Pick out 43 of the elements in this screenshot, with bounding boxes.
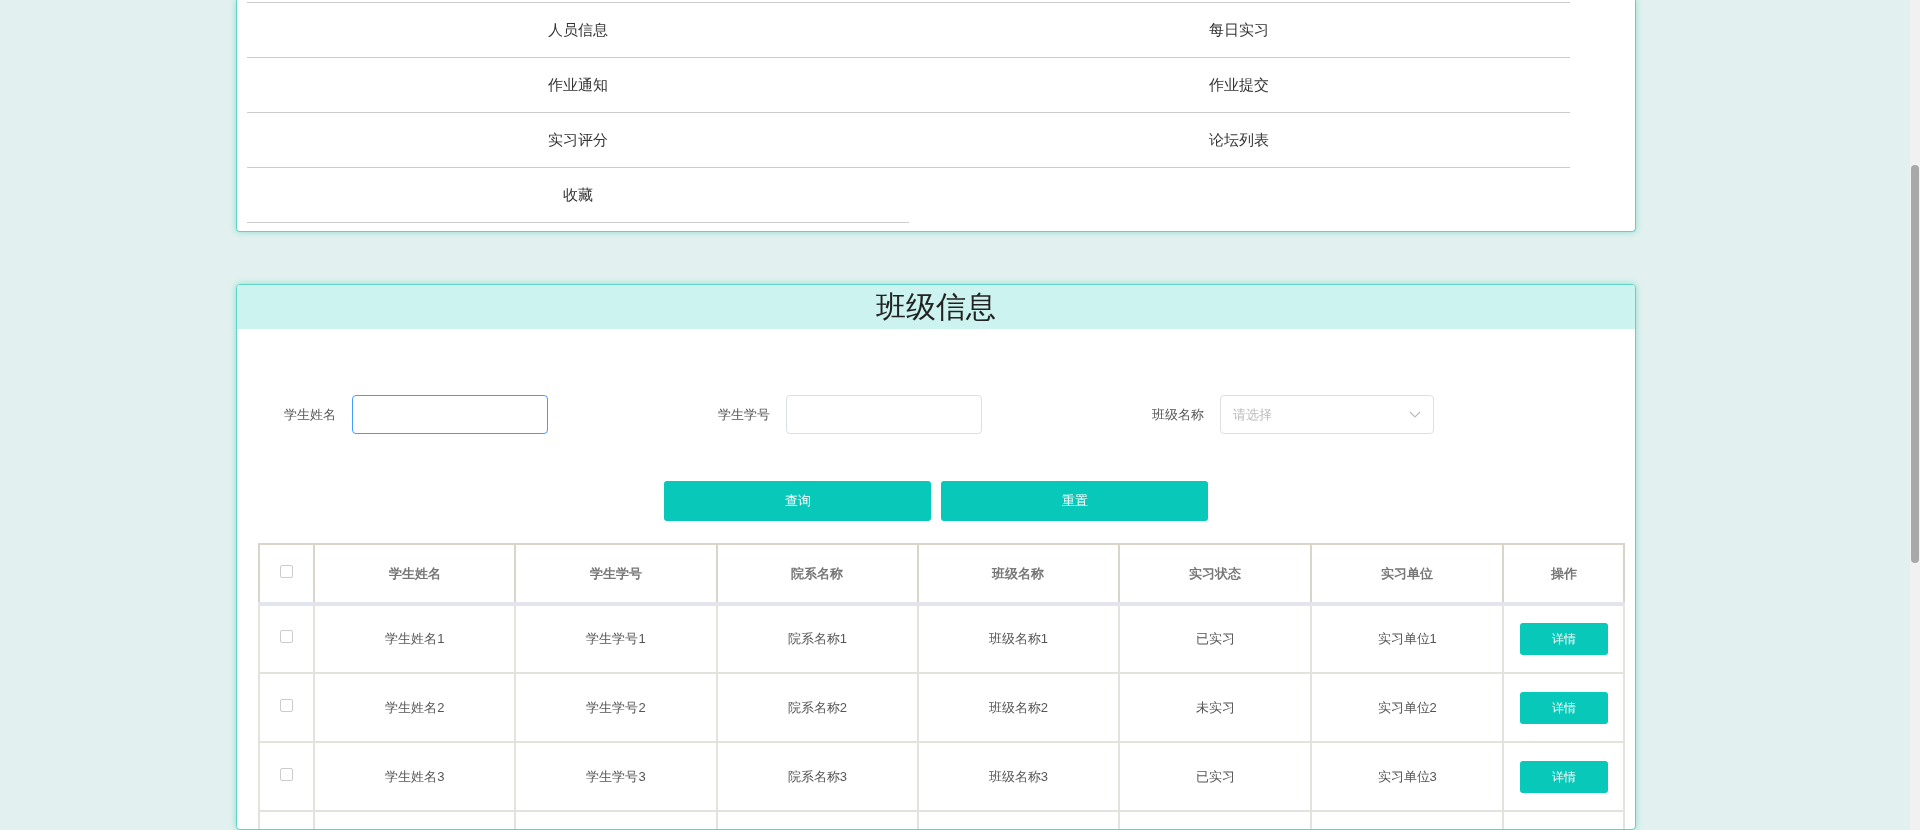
scrollbar-thumb[interactable] xyxy=(1911,165,1919,563)
menu-item[interactable]: 人员信息 xyxy=(247,3,909,58)
table-cell: 院系名称1 xyxy=(716,604,918,673)
menu-item[interactable]: 实习评分 xyxy=(247,113,909,168)
table-cell: 未实习 xyxy=(1119,673,1312,742)
column-header: 学生学号 xyxy=(515,544,717,604)
menu-item[interactable]: 论坛列表 xyxy=(908,113,1570,168)
table-cell: 院系名称2 xyxy=(716,673,918,742)
table-cell: 学生学号3 xyxy=(515,742,717,811)
table-cell: 学生学号1 xyxy=(515,604,717,673)
table-cell: 班级名称1 xyxy=(917,604,1119,673)
input-field[interactable] xyxy=(352,395,548,434)
table-cell: 学生姓名1 xyxy=(314,604,516,673)
table-cell: 学生姓名3 xyxy=(314,742,516,811)
column-header: 操作 xyxy=(1503,544,1624,604)
table-cell: 实习单位1 xyxy=(1311,604,1504,673)
table-cell: 院系名称3 xyxy=(716,742,918,811)
table-cell: 已实习 xyxy=(1119,604,1312,673)
menu-item[interactable]: 收藏 xyxy=(247,168,909,223)
column-header: 实习状态 xyxy=(1119,544,1312,604)
table-cell: 班级名称2 xyxy=(917,673,1119,742)
menu-item[interactable]: 作业提交 xyxy=(908,58,1570,113)
column-header: 院系名称 xyxy=(716,544,918,604)
checkbox[interactable] xyxy=(280,698,294,712)
table-cell: 学生姓名2 xyxy=(314,673,516,742)
checkbox[interactable] xyxy=(280,564,294,578)
chevron-down-icon xyxy=(1409,411,1421,418)
checkbox[interactable] xyxy=(280,767,294,781)
field-label: 学生学号 xyxy=(718,405,771,424)
table-cell: 实习单位3 xyxy=(1311,742,1504,811)
field-label: 班级名称 xyxy=(1152,405,1205,424)
column-header: 班级名称 xyxy=(917,544,1119,604)
panel-title: 班级信息 xyxy=(237,285,1635,329)
table-cell: 班级名称3 xyxy=(917,742,1119,811)
column-header: 学生姓名 xyxy=(314,544,516,604)
table-cell: 实习单位2 xyxy=(1311,673,1504,742)
menu-item[interactable]: 每日实习 xyxy=(908,3,1570,58)
table-cell: 学生学号2 xyxy=(515,673,717,742)
menu-item[interactable]: 作业通知 xyxy=(247,58,909,113)
field-label: 学生姓名 xyxy=(284,405,337,424)
column-header: 实习单位 xyxy=(1311,544,1504,604)
checkbox[interactable] xyxy=(280,630,294,644)
table-cell: 已实习 xyxy=(1119,742,1312,811)
